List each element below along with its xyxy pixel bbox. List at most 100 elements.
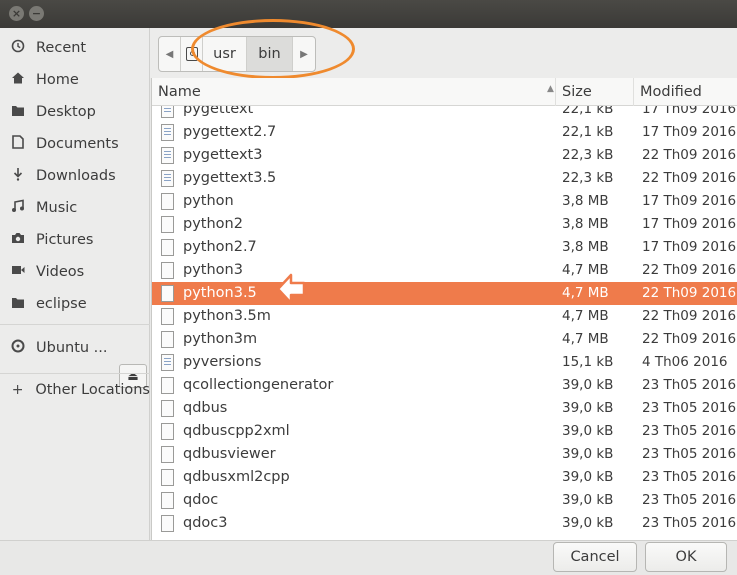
sidebar-item-label: Home	[36, 72, 79, 88]
file-name: python3m	[183, 331, 258, 347]
column-header-modified[interactable]: Modified	[634, 78, 737, 106]
file-name: python3.5m	[183, 308, 271, 324]
sidebar-item-label: Ubuntu ...	[36, 340, 108, 356]
highlight-annotation-ring	[191, 19, 355, 79]
sidebar-item-label: Recent	[36, 40, 87, 56]
text-file-icon	[161, 147, 174, 164]
text-file-icon	[161, 170, 174, 187]
file-modified: 17 Th09 2016	[642, 193, 737, 209]
file-name: qdbusxml2cpp	[183, 469, 290, 485]
sidebar-item-music[interactable]: Music	[0, 192, 150, 224]
sidebar-item-recent[interactable]: Recent	[0, 32, 150, 64]
file-name: python3	[183, 262, 243, 278]
table-row[interactable]: qdoc3 39,0 kB 23 Th05 2016	[152, 512, 737, 535]
table-row[interactable]: qdbusviewer 39,0 kB 23 Th05 2016	[152, 443, 737, 466]
music-note-icon	[0, 199, 36, 217]
close-window-button[interactable]: ×	[9, 6, 24, 21]
table-row[interactable]: pygettext3.5 22,3 kB 22 Th09 2016	[152, 167, 737, 190]
file-modified: 22 Th09 2016	[642, 262, 737, 278]
binary-file-icon	[161, 515, 174, 532]
binary-file-icon	[161, 400, 174, 417]
sidebar-item-documents[interactable]: Documents	[0, 128, 150, 160]
file-size: 4,7 MB	[562, 308, 609, 324]
table-row[interactable]: pyversions 15,1 kB 4 Th06 2016	[152, 351, 737, 374]
file-name: python3.5	[183, 285, 257, 301]
sidebar-divider	[0, 324, 150, 325]
table-row[interactable]: qdbus 39,0 kB 23 Th05 2016	[152, 397, 737, 420]
binary-file-icon	[161, 262, 174, 279]
file-name: qdbusviewer	[183, 446, 276, 462]
table-row[interactable]: python3m 4,7 MB 22 Th09 2016	[152, 328, 737, 351]
text-file-icon	[161, 124, 174, 141]
file-name: pygettext2.7	[183, 124, 277, 140]
table-row[interactable]: python 3,8 MB 17 Th09 2016	[152, 190, 737, 213]
file-size: 3,8 MB	[562, 193, 609, 209]
file-list: pygettext 22,1 kB 17 Th09 2016 pygettext2.7…	[151, 78, 737, 540]
file-modified: 17 Th09 2016	[642, 124, 737, 140]
sidebar-item-downloads[interactable]: Downloads	[0, 160, 150, 192]
file-modified: 22 Th09 2016	[642, 285, 737, 301]
sidebar-item-ubuntu-drive[interactable]: Ubuntu ...	[0, 332, 118, 364]
table-row[interactable]: pygettext3 22,3 kB 22 Th09 2016	[152, 144, 737, 167]
sidebar-item-label: Music	[36, 200, 78, 216]
chevron-left-icon: ◀	[165, 48, 174, 60]
sidebar-item-label: Downloads	[36, 168, 116, 184]
sidebar-item-desktop[interactable]: Desktop	[0, 96, 150, 128]
binary-file-icon	[161, 216, 174, 233]
file-modified: 23 Th05 2016	[642, 446, 737, 462]
file-size: 3,8 MB	[562, 216, 609, 232]
column-header-name[interactable]: Name	[152, 78, 556, 106]
cancel-button[interactable]: Cancel	[553, 542, 637, 572]
binary-file-icon	[161, 193, 174, 210]
ok-button[interactable]: OK	[645, 542, 727, 572]
sidebar-item-eclipse[interactable]: eclipse	[0, 288, 150, 320]
sort-ascending-icon: ▲	[547, 84, 554, 94]
file-modified: 23 Th05 2016	[642, 400, 737, 416]
sidebar-item-label: Pictures	[36, 232, 94, 248]
file-modified: 23 Th05 2016	[642, 469, 737, 485]
binary-file-icon	[161, 446, 174, 463]
sidebar-item-videos[interactable]: Videos	[0, 256, 150, 288]
table-row[interactable]: pygettext2.7 22,1 kB 17 Th09 2016	[152, 121, 737, 144]
sidebar-item-pictures[interactable]: Pictures	[0, 224, 150, 256]
column-header-size[interactable]: Size	[556, 78, 634, 106]
table-row[interactable]: python2.7 3,8 MB 17 Th09 2016	[152, 236, 737, 259]
table-row[interactable]: qcollectiongenerator 39,0 kB 23 Th05 2016	[152, 374, 737, 397]
home-icon	[0, 71, 36, 89]
table-row[interactable]: python3.5m 4,7 MB 22 Th09 2016	[152, 305, 737, 328]
file-name: qcollectiongenerator	[183, 377, 334, 393]
file-size: 39,0 kB	[562, 400, 614, 416]
file-size: 22,1 kB	[562, 124, 614, 140]
table-row[interactable]: qdbuscpp2xml 39,0 kB 23 Th05 2016	[152, 420, 737, 443]
binary-file-icon	[161, 377, 174, 394]
folder-icon	[0, 296, 36, 313]
table-row[interactable]: qdbusxml2cpp 39,0 kB 23 Th05 2016	[152, 466, 737, 489]
plus-icon: +	[11, 382, 24, 398]
camera-icon	[0, 232, 36, 248]
file-modified: 4 Th06 2016	[642, 354, 728, 370]
sidebar-item-home[interactable]: Home	[0, 64, 150, 96]
file-size: 4,7 MB	[562, 285, 609, 301]
table-row[interactable]: python3 4,7 MB 22 Th09 2016	[152, 259, 737, 282]
file-size: 4,7 MB	[562, 331, 609, 347]
disc-icon	[0, 339, 36, 357]
table-row[interactable]: python2 3,8 MB 17 Th09 2016	[152, 213, 737, 236]
file-size: 22,3 kB	[562, 147, 614, 163]
file-size: 39,0 kB	[562, 515, 614, 531]
download-arrow-icon	[0, 167, 36, 185]
file-size: 39,0 kB	[562, 492, 614, 508]
file-modified: 22 Th09 2016	[642, 308, 737, 324]
sidebar-item-other-locations[interactable]: + Other Locations	[0, 374, 150, 406]
sidebar-item-label: Videos	[36, 264, 85, 280]
table-row[interactable]: qdoc 39,0 kB 23 Th05 2016	[152, 489, 737, 512]
table-row[interactable]: python3.5 4,7 MB 22 Th09 2016	[152, 282, 737, 305]
file-name: qdoc3	[183, 515, 228, 531]
file-modified: 23 Th05 2016	[642, 515, 737, 531]
path-back-button[interactable]: ◀	[159, 37, 181, 71]
file-name: qdoc	[183, 492, 219, 508]
file-modified: 23 Th05 2016	[642, 423, 737, 439]
binary-file-icon	[161, 331, 174, 348]
minimize-window-button[interactable]: −	[29, 6, 44, 21]
file-modified: 22 Th09 2016	[642, 331, 737, 347]
file-name: pyversions	[183, 354, 262, 370]
